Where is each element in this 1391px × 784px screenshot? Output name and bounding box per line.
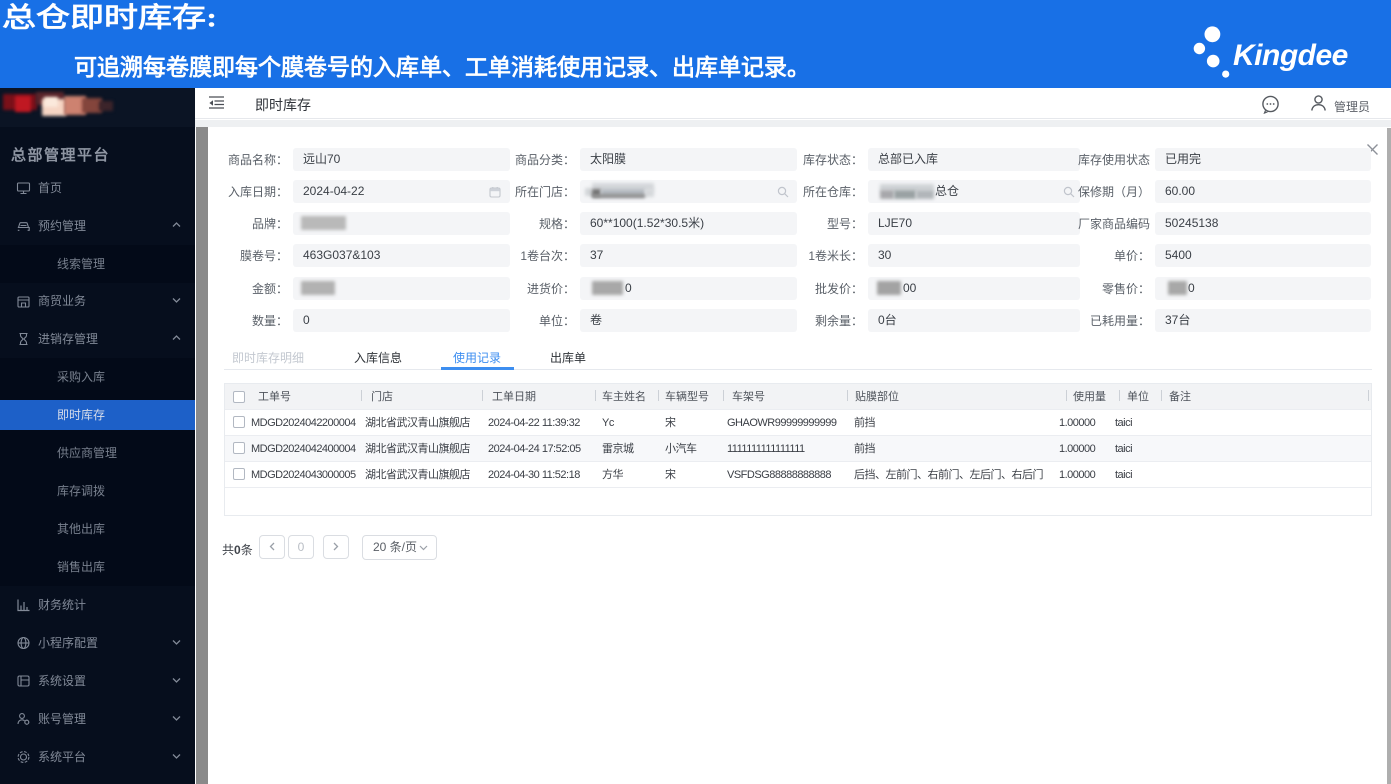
svg-text:Kingdee: Kingdee: [1233, 39, 1348, 72]
